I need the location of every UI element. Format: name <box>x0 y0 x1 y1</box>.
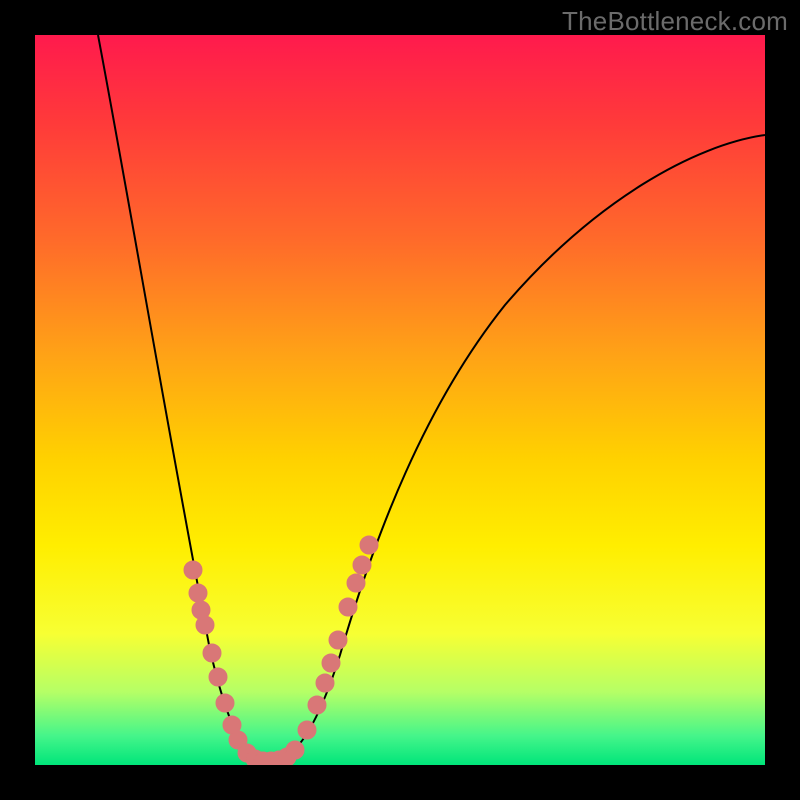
data-point <box>308 696 326 714</box>
data-point <box>184 561 202 579</box>
data-point <box>322 654 340 672</box>
data-point <box>347 574 365 592</box>
plot-area <box>35 35 765 765</box>
data-point <box>203 644 221 662</box>
data-point <box>286 741 304 759</box>
data-point <box>329 631 347 649</box>
data-point <box>216 694 234 712</box>
watermark-text: TheBottleneck.com <box>562 6 788 37</box>
data-point <box>189 584 207 602</box>
data-point <box>360 536 378 554</box>
data-point <box>196 616 214 634</box>
data-point <box>298 721 316 739</box>
chart-frame: TheBottleneck.com <box>0 0 800 800</box>
data-points <box>184 536 378 765</box>
data-point <box>316 674 334 692</box>
bottleneck-curve <box>98 35 765 760</box>
data-point <box>339 598 357 616</box>
curve-layer <box>35 35 765 765</box>
data-point <box>209 668 227 686</box>
data-point <box>353 556 371 574</box>
